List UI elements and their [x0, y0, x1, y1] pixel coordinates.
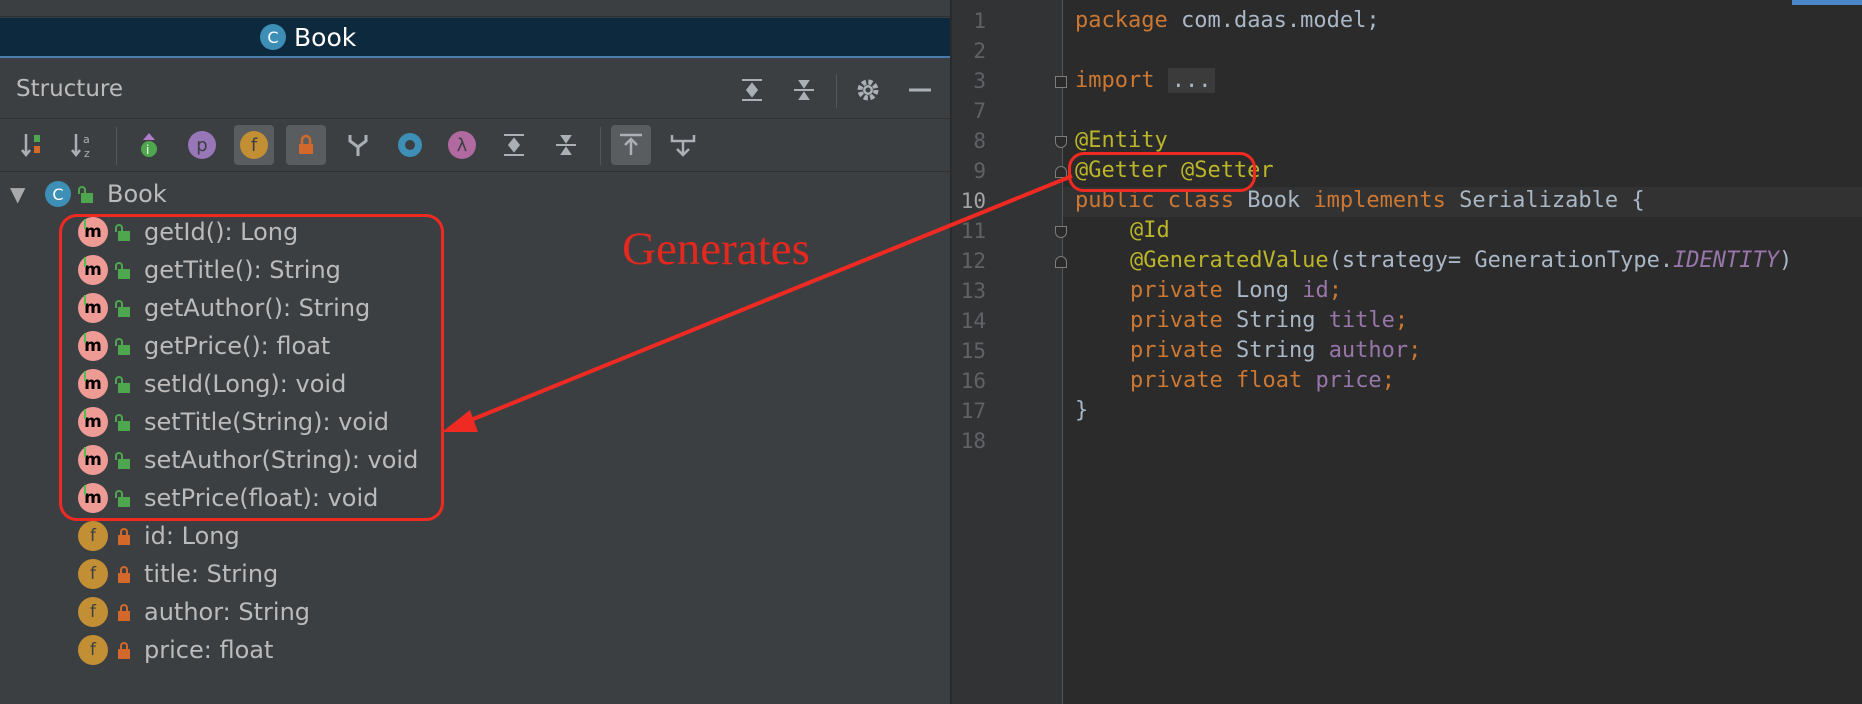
generates-arrow: [442, 174, 1073, 432]
